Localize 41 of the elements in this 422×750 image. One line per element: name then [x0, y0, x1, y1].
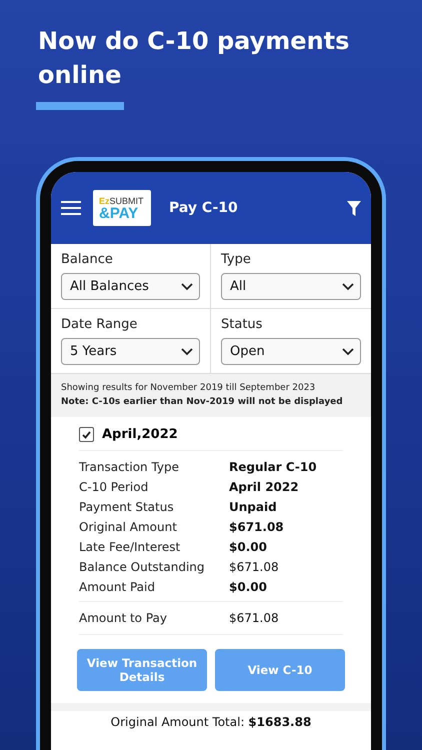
- logo-prefix: Ez: [99, 196, 110, 206]
- total-text: Original Amount Total: $1683.88: [110, 714, 312, 731]
- field-label: Amount Paid: [79, 580, 156, 594]
- field-label: Balance Outstanding: [79, 560, 206, 574]
- caret-icon: [181, 348, 193, 356]
- field-value: Regular C-10: [229, 460, 318, 474]
- caret-icon: [181, 282, 193, 290]
- filter-icon[interactable]: [347, 200, 361, 216]
- field-label: Amount to Pay: [79, 611, 168, 625]
- caret-icon: [342, 282, 354, 290]
- filter-label: Status: [221, 317, 264, 332]
- field-label: Payment Status: [79, 500, 175, 514]
- filter-label: Date Range: [61, 317, 138, 332]
- menu-icon[interactable]: [61, 201, 81, 215]
- filter-label: Balance: [61, 252, 114, 267]
- field-label: Transaction Type: [79, 460, 180, 474]
- results-range-text: Showing results for November 2019 till September 2023: [61, 383, 316, 393]
- filter-label: Type: [221, 252, 252, 267]
- field-value: $0.00: [229, 580, 268, 594]
- field-label: Original Amount: [79, 520, 178, 534]
- filter-dropdown[interactable]: Open: [221, 338, 361, 365]
- field-value: $0.00: [229, 540, 268, 554]
- logo-text: SUBMIT: [110, 196, 144, 206]
- field-value: $671.08: [229, 520, 285, 534]
- checkbox[interactable]: [79, 427, 94, 442]
- field-label: Late Fee/Interest: [79, 540, 182, 554]
- filter-dropdown[interactable]: 5 Years: [61, 338, 200, 365]
- filter-dropdown[interactable]: All: [221, 273, 361, 300]
- check-icon: [82, 430, 91, 438]
- screen-title: Pay C-10: [169, 200, 239, 216]
- field-label: C-10 Period: [79, 480, 150, 494]
- caret-icon: [342, 348, 354, 356]
- field-value: April 2022: [229, 480, 300, 494]
- field-value: $671.08: [229, 611, 280, 625]
- record-title: April,2022: [102, 427, 178, 442]
- filter-dropdown[interactable]: All Balances: [61, 273, 200, 300]
- logo-text: &PAY: [99, 206, 140, 220]
- field-value: Unpaid: [229, 500, 278, 514]
- field-value: $671.08: [229, 560, 280, 574]
- headline: Now do C-10 payments online: [38, 26, 350, 91]
- note-text: Note: C-10s earlier than Nov-2019 will not be displayed: [61, 397, 344, 407]
